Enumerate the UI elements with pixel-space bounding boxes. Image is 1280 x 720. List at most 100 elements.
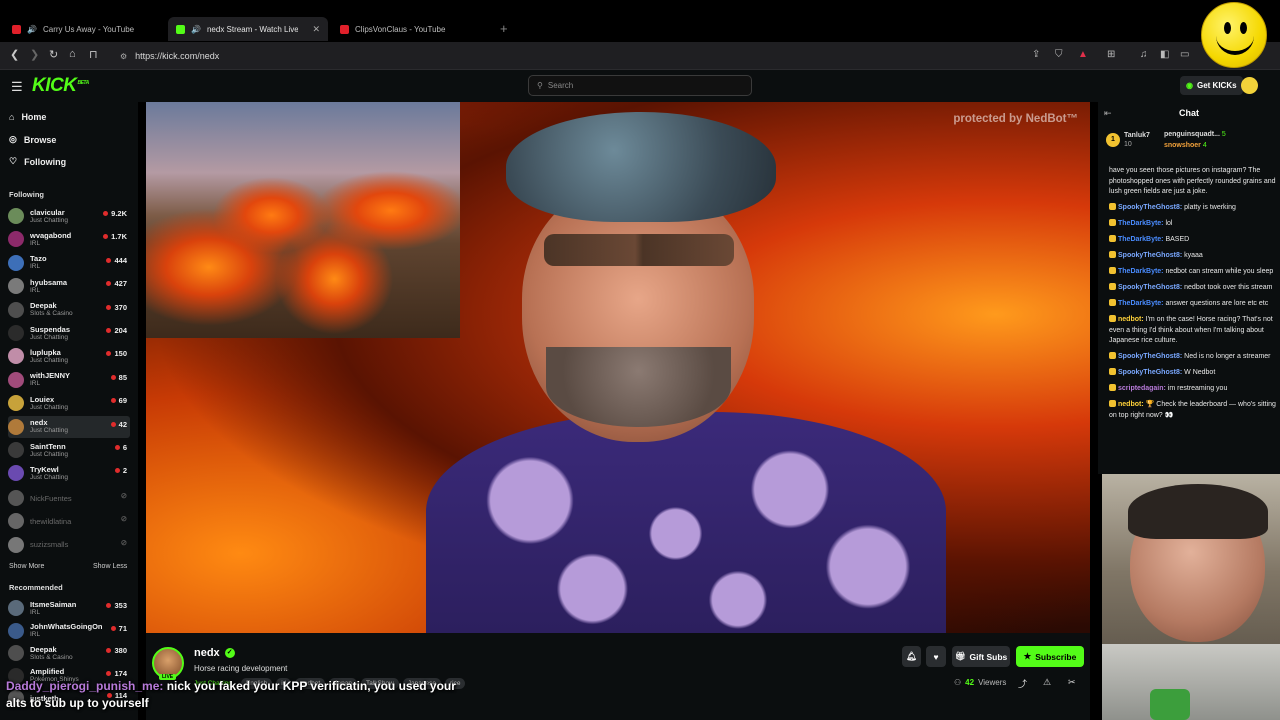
- sidebar-channel-item[interactable]: thewildlatina ⊘: [8, 510, 130, 532]
- channel-name[interactable]: nedx ✓: [194, 647, 235, 659]
- chat-username[interactable]: SpookyTheGhost8:: [1118, 284, 1182, 291]
- rewards-icon[interactable]: ▲: [1078, 49, 1088, 60]
- wallet-icon[interactable]: ▭: [1180, 49, 1189, 60]
- sidebar-channel-item[interactable]: JohnWhatsGoingOn IRL 71: [8, 620, 130, 642]
- clip-icon[interactable]: ✂: [1068, 677, 1076, 688]
- chat-username[interactable]: scriptedagain:: [1118, 385, 1166, 392]
- chat-username[interactable]: TheDarkByte:: [1118, 300, 1164, 307]
- gift-subs-button[interactable]: 🎁︎ Gift Subs: [952, 646, 1010, 667]
- channel-text: ItsmeSaiman IRL: [30, 600, 76, 617]
- viewer-count-value: 71: [118, 623, 127, 633]
- home-icon[interactable]: ⌂: [69, 48, 76, 60]
- leaderboard-count: 4: [1202, 142, 1207, 149]
- get-kicks-button[interactable]: ◉ Get KICKs: [1180, 76, 1243, 95]
- sidebar-channel-item[interactable]: NickFuentes ⊘: [8, 487, 130, 509]
- caption-user: Daddy_pierogi_punish_me:: [6, 679, 164, 693]
- chat-username[interactable]: SpookyTheGhost8:: [1118, 204, 1182, 211]
- sidebar-nav-following[interactable]: ♡ Following: [9, 156, 66, 167]
- chat-message-text: kyaaa: [1184, 252, 1203, 259]
- sidebar-channel-item[interactable]: ItsmeSaiman IRL 353: [8, 597, 130, 619]
- sidebar-channel-item[interactable]: clavicular Just Chatting 9.2K: [8, 205, 130, 227]
- report-icon[interactable]: ⚠: [1043, 677, 1051, 688]
- chat-message-text: nedbot took over this stream: [1184, 284, 1273, 291]
- browser-tab-carry-us-away[interactable]: 🔊 Carry Us Away - YouTube: [4, 17, 164, 41]
- back-icon[interactable]: ❮: [10, 48, 19, 61]
- chat-username[interactable]: nedbot:: [1118, 316, 1144, 323]
- extensions-icon[interactable]: ⊞: [1107, 49, 1115, 60]
- chat-username[interactable]: SpookyTheGhost8:: [1118, 369, 1182, 376]
- channel-category: Just Chatting: [30, 216, 68, 224]
- channel-name: TryKewl: [30, 464, 59, 474]
- tab-title: nedx Stream - Watch Live on: [206, 24, 299, 34]
- sidebar-channel-item[interactable]: SaintTenn Just Chatting 6: [8, 439, 130, 461]
- sidebar-nav-home[interactable]: ⌂ Home: [9, 112, 46, 122]
- gift-leaderboard: 1 Tanluk7 10 penguinsquadt... 5 snowshoe…: [1106, 126, 1274, 154]
- chat-username[interactable]: nedbot:: [1118, 401, 1144, 408]
- chat-message-text: W Nedbot: [1184, 369, 1216, 376]
- sidebar-channel-item[interactable]: withJENNY IRL 85: [8, 369, 130, 391]
- viewer-count-value: 1.7K: [111, 232, 127, 242]
- sidebar-toggle-icon[interactable]: ◧: [1160, 49, 1169, 60]
- channel-name: ItsmeSaiman: [30, 599, 77, 609]
- chat-message: have you seen those pictures on instagra…: [1109, 166, 1277, 198]
- browser-tab-clipsvonclaus[interactable]: ClipsVonClaus - YouTube: [332, 17, 492, 41]
- video-player[interactable]: protected by NedBot™: [146, 102, 1090, 633]
- live-dot-icon: [110, 421, 116, 427]
- search-icon: ⚲: [537, 81, 543, 90]
- browser-tab-nedx[interactable]: 🔊 nedx Stream - Watch Live on ✕: [168, 17, 328, 41]
- leaderboard-name: penguinsquadt...: [1163, 131, 1220, 138]
- sidebar-channel-item[interactable]: Louiex Just Chatting 69: [8, 392, 130, 414]
- chat-username[interactable]: SpookyTheGhost8:: [1118, 252, 1182, 259]
- user-avatar[interactable]: [1241, 77, 1258, 94]
- channel-name: hyubsama: [30, 277, 68, 287]
- show-more-button[interactable]: Show More: [9, 563, 44, 570]
- sidebar-channel-item[interactable]: hyubsama IRL 427: [8, 275, 130, 297]
- live-dot-icon: [106, 257, 112, 263]
- kick-logo[interactable]: KICKBETA: [32, 75, 89, 97]
- gift-icon: 🎁︎: [954, 651, 966, 661]
- share-icon[interactable]: ⇪: [1032, 49, 1040, 60]
- music-icon[interactable]: ♫: [1140, 49, 1148, 60]
- menu-icon[interactable]: ☰: [11, 79, 23, 95]
- channel-text: Suspendas Just Chatting: [30, 325, 70, 342]
- channel-avatar: [8, 536, 24, 553]
- badge-icon: [1109, 352, 1116, 359]
- bookmark-icon[interactable]: ⊓: [89, 48, 98, 61]
- live-dot-icon: [110, 625, 116, 631]
- chat-message-text: nedbot can stream while you sleep: [1165, 268, 1274, 275]
- forward-icon[interactable]: ❯: [30, 48, 39, 61]
- viewer-count: 1.7K: [103, 232, 127, 241]
- channel-name: Deepak: [30, 301, 57, 311]
- share-icon[interactable]: ⤴: [1018, 677, 1027, 690]
- sidebar-channel-item[interactable]: Deepak Slots & Casino 380: [8, 642, 130, 664]
- close-tab-icon[interactable]: ✕: [312, 24, 320, 35]
- shield-icon[interactable]: ⛉: [1055, 49, 1063, 60]
- url-field[interactable]: ⚙ https://kick.com/nedx: [114, 46, 1060, 66]
- sidebar-channel-item[interactable]: TryKewl Just Chatting 2: [8, 462, 130, 484]
- sidebar-channel-item[interactable]: Suspendas Just Chatting 204: [8, 322, 130, 344]
- chat-title: Chat: [1179, 108, 1199, 118]
- sidebar-channel-item[interactable]: luplupka Just Chatting 150: [8, 345, 130, 367]
- subscribe-button[interactable]: ★ Subscribe: [1016, 646, 1084, 667]
- chat-username[interactable]: TheDarkByte:: [1118, 220, 1164, 227]
- chat-username[interactable]: TheDarkByte:: [1118, 236, 1164, 243]
- chat-username[interactable]: TheDarkByte:: [1118, 268, 1164, 275]
- sidebar-channel-item[interactable]: Deepak Slots & Casino 370: [8, 299, 130, 321]
- channel-name: SaintTenn: [30, 441, 66, 451]
- sidebar-channel-item[interactable]: wvagabond IRL 1.7K: [8, 228, 130, 250]
- notification-bell-button[interactable]: 🔔︎: [902, 646, 921, 667]
- search-input[interactable]: ⚲ Search: [528, 75, 752, 96]
- site-info-icon[interactable]: ⚙: [120, 52, 127, 61]
- url-text: https://kick.com/nedx: [135, 51, 220, 61]
- sidebar-channel-item[interactable]: nedx Just Chatting 42: [8, 415, 130, 438]
- reload-icon[interactable]: ↻: [49, 48, 58, 61]
- follow-button[interactable]: ♥: [926, 646, 946, 667]
- sidebar-channel-item[interactable]: Tazo IRL 444: [8, 252, 130, 274]
- recommended-section-title: Recommended: [9, 583, 63, 592]
- sidebar-channel-item[interactable]: suzizsmalls ⊘: [8, 534, 130, 556]
- sidebar-nav-browse[interactable]: ◎ Browse: [9, 134, 56, 145]
- new-tab-icon[interactable]: +: [500, 21, 508, 36]
- chat-username[interactable]: SpookyTheGhost8:: [1118, 353, 1182, 360]
- viewer-count: 6: [114, 443, 127, 452]
- show-less-button[interactable]: Show Less: [93, 563, 127, 570]
